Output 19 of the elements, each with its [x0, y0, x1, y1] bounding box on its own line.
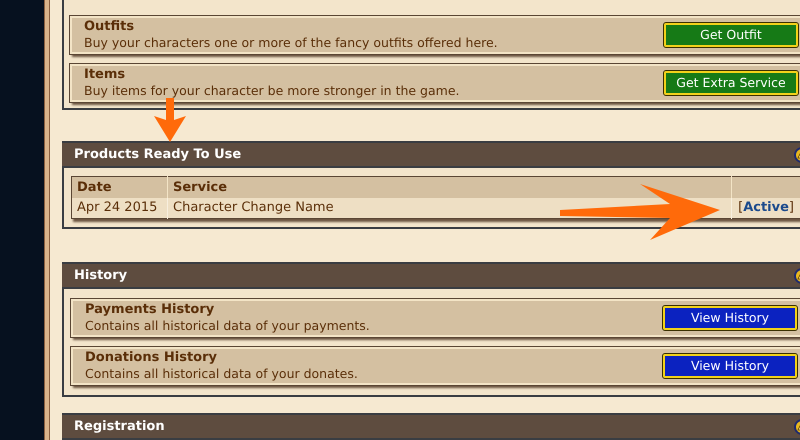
row-description: Buy items for your character be more stronger in the game.	[84, 83, 460, 99]
action-button[interactable]: View History	[663, 354, 797, 378]
table-cell: Apr 24 2015	[72, 198, 168, 218]
section-title: Registration	[74, 418, 165, 436]
section-title: Products Ready To Use	[74, 146, 242, 164]
row-description: Contains all historical data of your payments.	[85, 318, 370, 334]
row-title: Outfits	[84, 19, 136, 35]
row-title: Payments History	[85, 302, 216, 318]
row-description: Contains all historical data of your donates.	[85, 366, 358, 382]
bracket: [	[738, 200, 744, 215]
action-button[interactable]: Get Extra Service	[664, 71, 798, 95]
status-link[interactable]: Active	[743, 200, 789, 215]
bracket: ]	[788, 200, 794, 215]
action-button[interactable]: Get Outfit	[664, 23, 798, 47]
row-title: Items	[84, 67, 126, 83]
action-button[interactable]: View History	[663, 306, 797, 330]
row-title: Donations History	[85, 350, 218, 366]
row-description: Buy your characters one or more of the fancy outfits offered here.	[84, 35, 498, 51]
section-title: History	[74, 266, 128, 285]
